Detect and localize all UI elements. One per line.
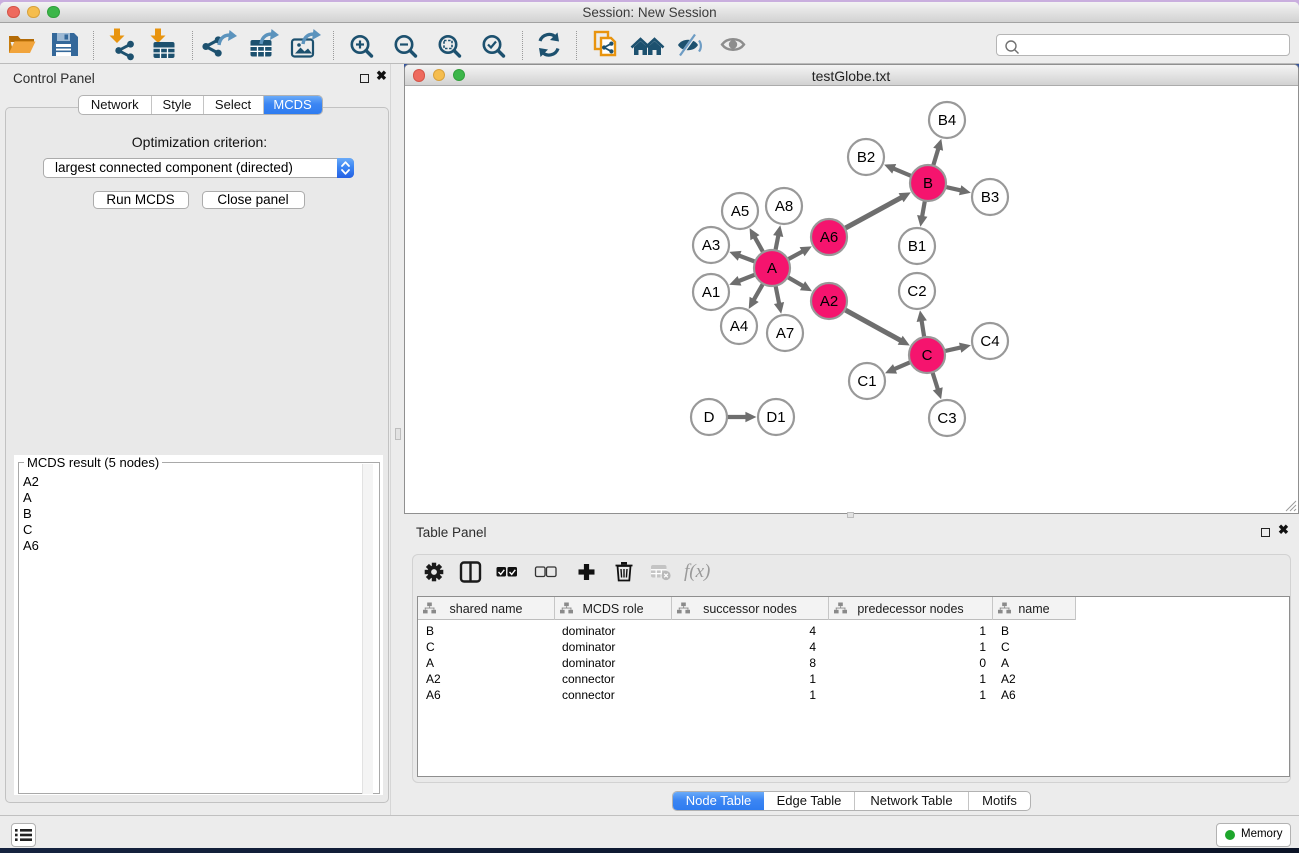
svg-text:A1: A1 [702, 284, 720, 301]
svg-text:A: A [767, 260, 777, 277]
svg-text:A8: A8 [775, 198, 793, 215]
svg-text:A3: A3 [702, 237, 720, 254]
svg-text:A2: A2 [820, 293, 838, 310]
svg-text:B3: B3 [981, 189, 999, 206]
svg-text:A6: A6 [820, 229, 838, 246]
svg-text:C3: C3 [937, 410, 956, 427]
svg-text:C1: C1 [857, 373, 876, 390]
svg-text:B4: B4 [938, 112, 956, 129]
svg-text:D1: D1 [766, 409, 785, 426]
svg-text:B: B [923, 175, 933, 192]
svg-text:A5: A5 [731, 203, 749, 220]
svg-text:C: C [922, 347, 933, 364]
svg-text:B2: B2 [857, 149, 875, 166]
svg-text:C4: C4 [980, 333, 999, 350]
svg-text:A7: A7 [776, 325, 794, 342]
svg-text:A4: A4 [730, 318, 748, 335]
svg-text:D: D [704, 409, 715, 426]
svg-text:C2: C2 [907, 283, 926, 300]
svg-text:B1: B1 [908, 238, 926, 255]
